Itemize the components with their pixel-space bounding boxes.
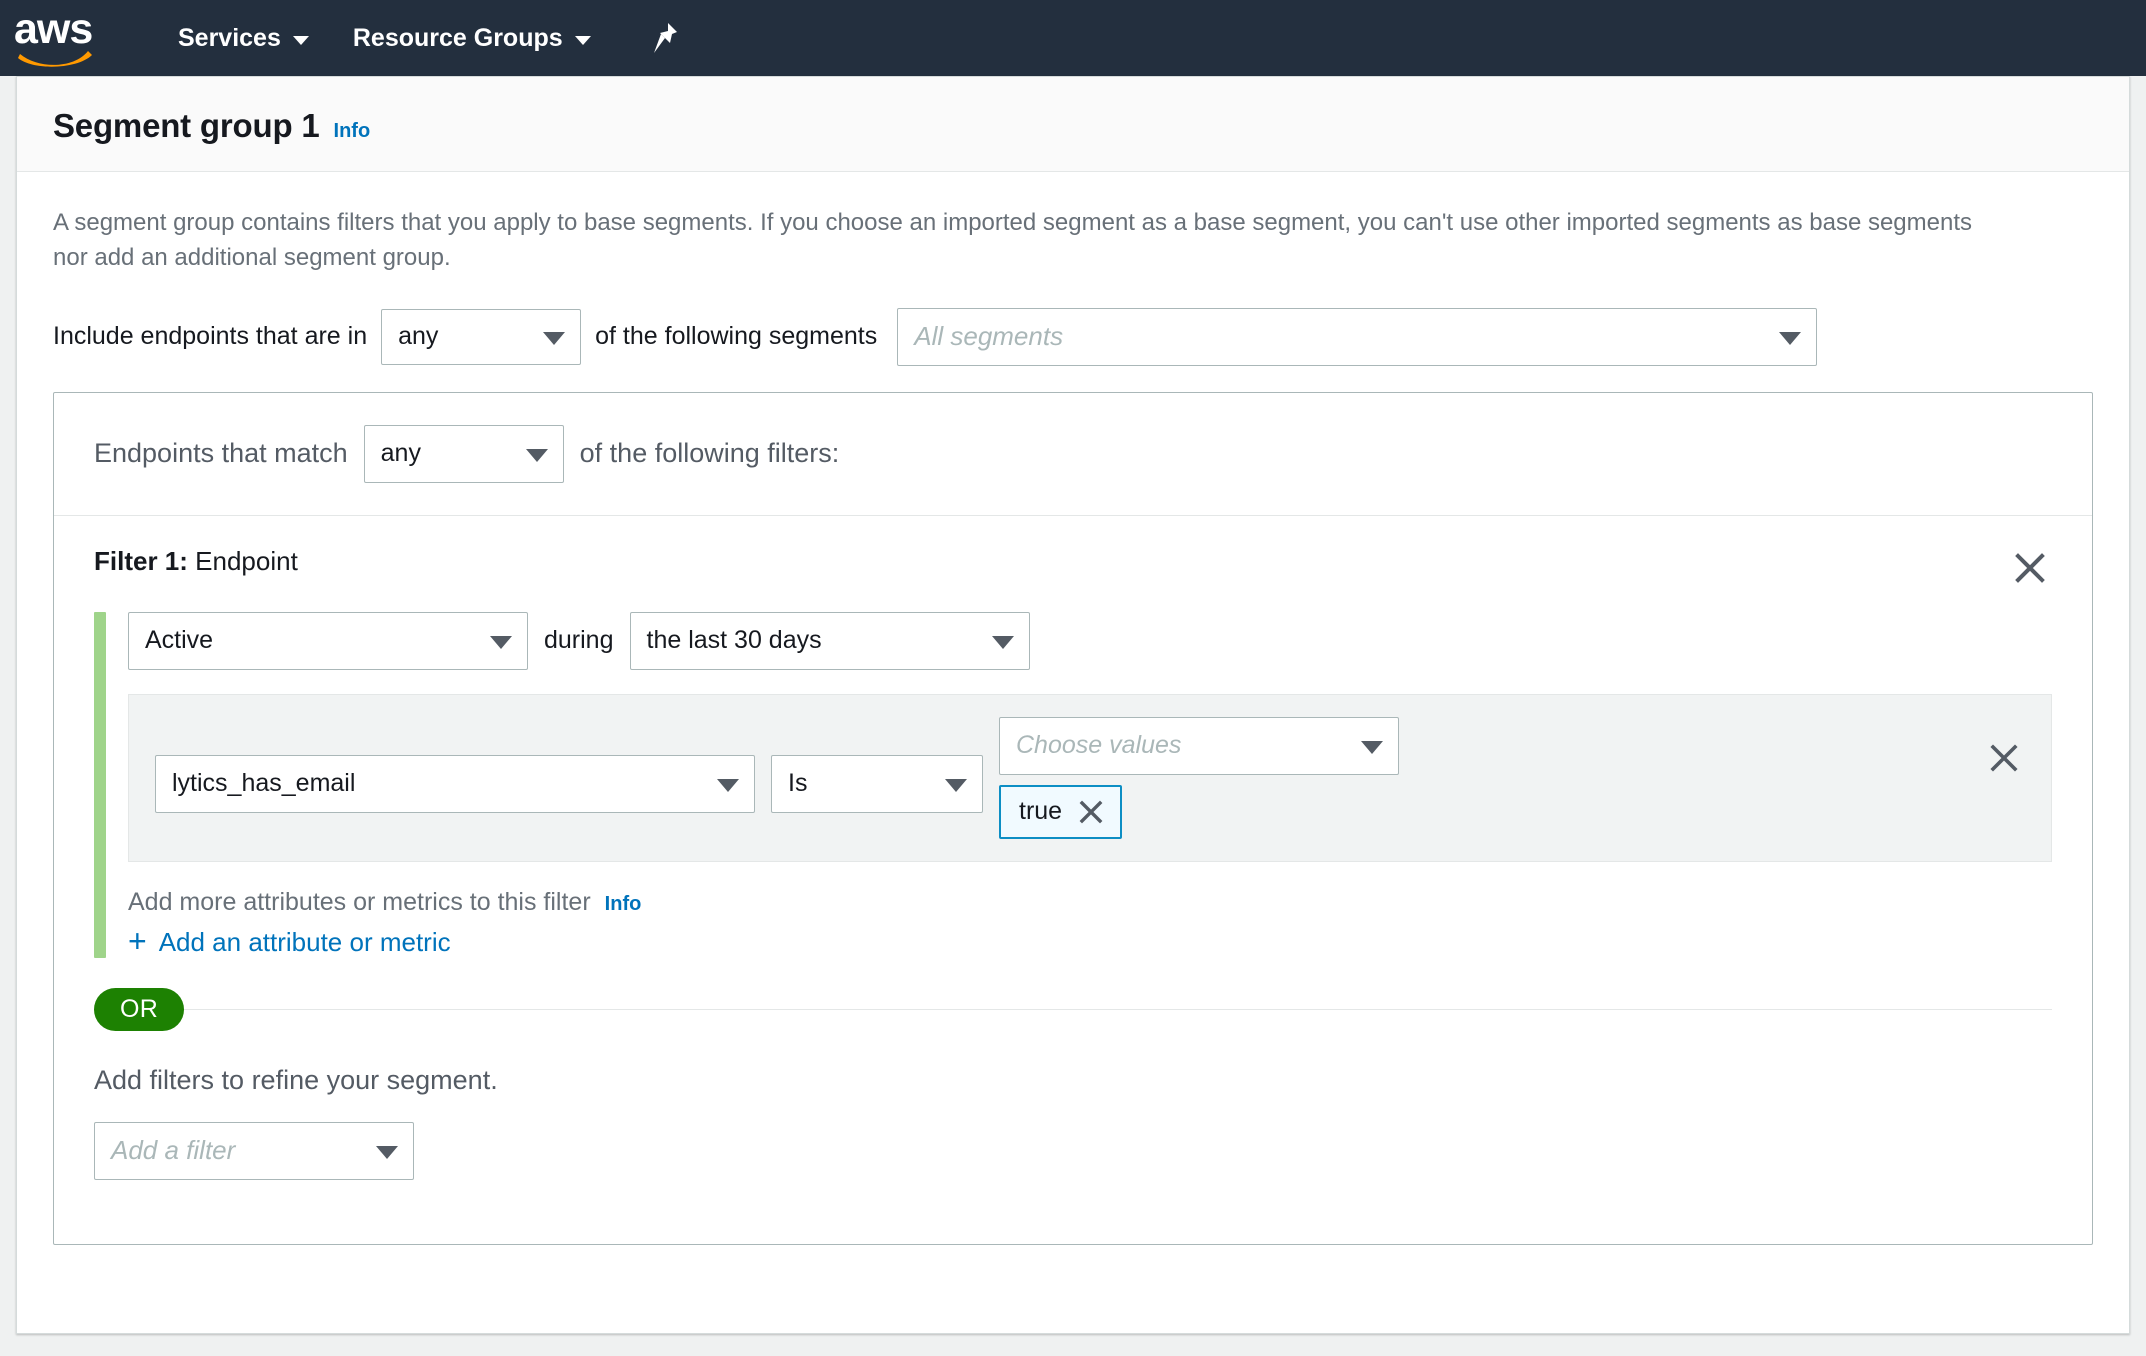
include-match-type-value: any xyxy=(398,322,438,351)
aws-top-navigation: aws Services Resource Groups xyxy=(0,0,2146,76)
timeframe-select[interactable]: the last 30 days xyxy=(630,612,1030,670)
filter-block-1: Filter 1: Endpoint Active xyxy=(54,516,2092,1244)
card-header: Segment group 1 Info xyxy=(17,77,2129,172)
filter-title-bold: Filter 1: xyxy=(94,546,188,576)
nav-item-services[interactable]: Services xyxy=(156,0,331,76)
chevron-down-icon xyxy=(1361,741,1383,754)
remove-value-token-button[interactable] xyxy=(1076,797,1106,827)
attribute-value-token-label: true xyxy=(1019,797,1062,826)
match-suffix-label: of the following filters: xyxy=(580,438,840,469)
filters-match-type-select[interactable]: any xyxy=(364,425,564,483)
add-filter-placeholder: Add a filter xyxy=(111,1135,235,1166)
add-attribute-label: Add more attributes or metrics to this f… xyxy=(128,888,591,917)
attribute-name-select[interactable]: lytics_has_email xyxy=(155,755,755,813)
or-divider-line xyxy=(184,1009,2052,1010)
card-body: A segment group contains filters that yo… xyxy=(17,172,2129,1245)
chevron-down-icon xyxy=(575,36,591,45)
attribute-operator-select[interactable]: Is xyxy=(771,755,983,813)
nav-item-resource-groups-label: Resource Groups xyxy=(353,24,563,53)
filter-activity-row: Active during the last 30 days xyxy=(128,612,2052,670)
base-segments-select[interactable]: All segments xyxy=(897,308,1817,366)
or-badge: OR xyxy=(94,988,184,1031)
add-attribute-link-label: Add an attribute or metric xyxy=(159,927,451,958)
attribute-values-column: Choose values true xyxy=(999,717,1399,839)
close-icon xyxy=(1989,743,2019,773)
attribute-values-select[interactable]: Choose values xyxy=(999,717,1399,775)
remove-attribute-button[interactable] xyxy=(1983,737,2025,779)
filter-block-bottom-spacer xyxy=(94,1180,2052,1210)
close-icon xyxy=(1078,799,1104,825)
add-attribute-or-metric-link[interactable]: + Add an attribute or metric xyxy=(128,927,451,958)
plus-icon: + xyxy=(128,929,147,955)
add-attribute-info-link[interactable]: Info xyxy=(605,893,642,916)
chevron-down-icon xyxy=(376,1146,398,1159)
add-filters-description: Add filters to refine your segment. xyxy=(94,1065,2052,1096)
attribute-fields: lytics_has_email Is xyxy=(155,717,1967,839)
endpoint-activity-select[interactable]: Active xyxy=(128,612,528,670)
attribute-value-token: true xyxy=(999,785,1122,839)
pin-button[interactable] xyxy=(635,0,695,76)
base-segments-select-wrapper: All segments xyxy=(897,308,1817,366)
nav-item-resource-groups[interactable]: Resource Groups xyxy=(331,0,613,76)
filter-header: Filter 1: Endpoint xyxy=(94,546,2052,590)
add-filter-select[interactable]: Add a filter xyxy=(94,1122,414,1180)
attribute-criteria-panel: lytics_has_email Is xyxy=(128,694,2052,862)
segment-group-description: A segment group contains filters that yo… xyxy=(53,206,1983,276)
close-icon xyxy=(2014,552,2046,584)
chevron-down-icon xyxy=(717,779,739,792)
remove-filter-button[interactable] xyxy=(2008,546,2052,590)
include-suffix-label: of the following segments xyxy=(595,322,877,351)
chevron-down-icon xyxy=(490,636,512,649)
include-endpoints-row: Include endpoints that are in any of the… xyxy=(53,308,2093,366)
filters-match-type-value: any xyxy=(381,439,421,468)
chevron-down-icon xyxy=(945,779,967,792)
chevron-down-icon xyxy=(992,636,1014,649)
attribute-operator-value: Is xyxy=(788,769,807,798)
attribute-name-column: lytics_has_email xyxy=(155,717,755,813)
filters-panel: Endpoints that match any of the followin… xyxy=(53,392,2093,1245)
attribute-remove-wrapper xyxy=(1967,717,2025,779)
chevron-down-icon xyxy=(293,36,309,45)
filter-body: Active during the last 30 days xyxy=(94,612,2052,958)
aws-logo-wordmark: aws xyxy=(14,11,110,47)
page-title: Segment group 1 xyxy=(53,107,320,145)
header-info-link[interactable]: Info xyxy=(334,120,371,143)
aws-logo[interactable]: aws xyxy=(14,11,110,65)
segment-group-card: Segment group 1 Info A segment group con… xyxy=(16,76,2130,1334)
nav-item-services-label: Services xyxy=(178,24,281,53)
filter-title: Filter 1: Endpoint xyxy=(94,546,298,577)
base-segments-placeholder: All segments xyxy=(914,321,1063,352)
attribute-values-placeholder: Choose values xyxy=(1016,731,1181,760)
chevron-down-icon xyxy=(1779,332,1801,345)
pin-icon xyxy=(651,21,679,55)
filter-title-rest: Endpoint xyxy=(195,546,298,576)
add-attribute-label-row: Add more attributes or metrics to this f… xyxy=(128,888,2052,917)
include-match-type-select[interactable]: any xyxy=(381,309,581,365)
filter-accent-bar xyxy=(94,612,106,958)
endpoint-activity-value: Active xyxy=(145,626,213,655)
aws-logo-smile-icon xyxy=(18,47,94,69)
timeframe-value: the last 30 days xyxy=(647,626,822,655)
attribute-name-value: lytics_has_email xyxy=(172,769,355,798)
include-prefix-label: Include endpoints that are in xyxy=(53,322,367,351)
chevron-down-icon xyxy=(543,332,565,345)
or-divider: OR xyxy=(94,988,2052,1031)
match-prefix-label: Endpoints that match xyxy=(94,438,348,469)
chevron-down-icon xyxy=(526,449,548,462)
filter-content: Active during the last 30 days xyxy=(128,612,2052,958)
attribute-operator-column: Is xyxy=(771,717,983,813)
endpoints-match-row: Endpoints that match any of the followin… xyxy=(54,393,2092,516)
during-label: during xyxy=(544,626,614,655)
